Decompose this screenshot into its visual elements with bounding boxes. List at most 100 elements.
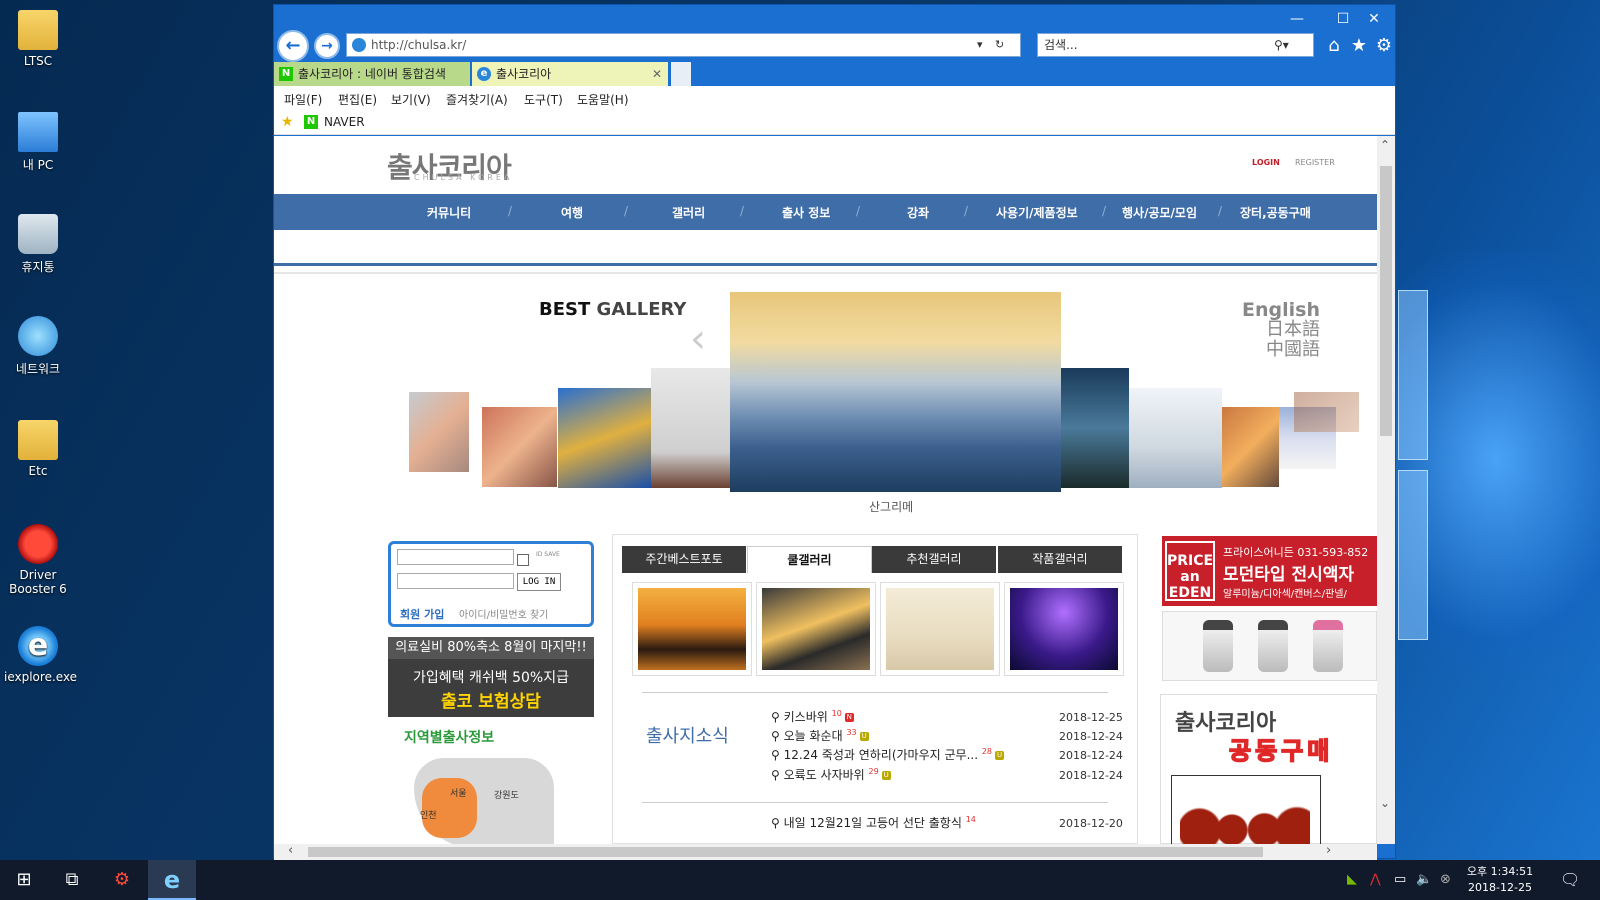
lang-english-link[interactable]: English [1210,300,1320,320]
news-item[interactable]: ⚲ 키스바위 10 N [771,708,854,725]
gallery-thumbnail[interactable] [1004,582,1124,676]
news-item[interactable]: ⚲ 오늘 화순대 33 U [771,727,869,744]
back-button[interactable]: ← [277,30,309,62]
desktop-icon-ltsc[interactable]: LTSC [4,10,72,68]
tab-cool-gallery[interactable]: 쿨갤러리 [747,546,872,573]
register-link[interactable]: REGISTER [1295,158,1335,167]
menu-edit[interactable]: 편집(E) [338,91,377,108]
home-icon[interactable]: ⌂ [1323,35,1345,56]
carousel-thumbnail[interactable] [1061,368,1129,488]
comment-count: 10 [831,709,842,718]
scrollbar-thumb[interactable] [308,847,1263,857]
nav-reviews[interactable]: 사용기/제품정보 [996,204,1078,221]
tab-recommended-gallery[interactable]: 추천갤러리 [872,546,997,573]
favorite-naver-link[interactable]: NAVER [324,115,365,129]
gallery-thumbnail[interactable] [880,582,1000,676]
gallery-thumbnail[interactable] [632,582,752,676]
carousel-thumbnail[interactable] [651,368,730,488]
search-icon[interactable]: ⚲▾ [1274,34,1289,56]
menu-file[interactable]: 파일(F) [284,91,322,108]
carousel-prev-arrow-icon[interactable]: ‹ [690,316,706,362]
scroll-right-icon[interactable]: › [1326,843,1331,858]
desktop-icon-driver-booster[interactable]: Driver Booster 6 [4,524,72,596]
network-tray-icon[interactable]: ▭ [1394,872,1406,887]
scroll-down-icon[interactable]: ⌄ [1380,796,1390,810]
scroll-left-icon[interactable]: ‹ [288,843,293,858]
task-view-icon[interactable]: ⧉ [48,860,96,900]
nvidia-tray-icon[interactable]: ◣ [1347,872,1357,887]
nav-gallery[interactable]: 갤러리 [672,204,705,221]
carousel-thumbnail[interactable] [482,407,557,487]
gallery-thumbnail[interactable] [756,582,876,676]
notification-center-icon[interactable]: 🗨 [1560,870,1580,889]
volume-tray-icon[interactable]: 🔈 [1416,872,1432,887]
internet-explorer-taskbar-icon[interactable]: e [148,860,196,900]
add-favorite-star-icon[interactable]: ★ [281,114,294,130]
desktop-icon-etc[interactable]: Etc [4,420,72,478]
nav-market[interactable]: 장터,공동구매 [1240,204,1311,221]
scrollbar-thumb[interactable] [1380,166,1392,436]
desktop-icon-recycle-bin[interactable]: 휴지통 [4,214,72,275]
favorites-star-icon[interactable]: ★ [1348,35,1370,56]
price-eden-ad[interactable]: PRICE an EDEN 프라이스어니든 031-593-852 모던타입 전… [1162,536,1377,606]
find-id-password-link[interactable]: 아이디/비밀번호 찾기 [459,606,548,621]
close-circle-tray-icon[interactable]: ⊗ [1440,872,1451,887]
news-item[interactable]: ⚲ 오륙도 사자바위 29 U [771,766,891,783]
nav-travel[interactable]: 여행 [561,204,583,221]
tab-chulsa[interactable]: e 출사코리아 ✕ [472,62,668,86]
search-box[interactable]: 검색... ⚲▾ [1037,33,1314,57]
tab-weekly-best[interactable]: 주간베스트포토 [622,546,747,573]
menu-favorites[interactable]: 즐겨찾기(A) [446,91,508,108]
vertical-scrollbar[interactable]: ⌃ ⌄ [1377,136,1395,844]
start-windows-icon[interactable]: ⊞ [0,860,48,900]
login-button[interactable]: LOG IN [517,573,561,591]
map-label-seoul[interactable]: 서울 [450,786,467,799]
nav-events[interactable]: 행사/공모/모임 [1122,204,1197,221]
desktop-icon-my-pc[interactable]: 내 PC [4,112,72,173]
join-link[interactable]: 회원 가입 [400,606,444,622]
refresh-icon[interactable]: ↻ [995,34,1004,56]
region-map[interactable]: 서울 인천 강원도 [414,758,554,844]
tab-naver-search[interactable]: N 출사코리아 : 네이버 통합검색 [274,62,470,86]
nav-community[interactable]: 커뮤니티 [427,204,471,221]
settings-gear-icon[interactable]: ⚙ [1373,35,1395,56]
system-clock[interactable]: 오후 1:34:51 2018-12-25 [1460,864,1540,896]
menu-view[interactable]: 보기(V) [391,91,431,108]
featured-gallery-image[interactable] [730,292,1061,492]
nav-shooting-info[interactable]: 출사 정보 [782,204,830,221]
carousel-thumbnail[interactable] [1129,388,1222,488]
map-label-gangwon[interactable]: 강원도 [494,788,519,801]
lang-japanese-link[interactable]: 日本語 [1210,320,1320,340]
password-input[interactable] [397,573,514,589]
driver-booster-taskbar-icon[interactable]: ⚙ [98,860,146,900]
lang-chinese-link[interactable]: 中國語 [1210,340,1320,360]
carousel-thumbnail[interactable] [1222,407,1279,487]
news-item[interactable]: ⚲ 12.24 죽성과 연하리(가마우지 군무... 28 U [771,746,1005,763]
tab-works-gallery[interactable]: 작품갤러리 [998,546,1123,573]
horizontal-scrollbar[interactable]: ‹ › [274,843,1377,860]
forward-button[interactable]: → [314,33,340,59]
menu-help[interactable]: 도움말(H) [577,91,629,108]
new-tab-button[interactable] [671,62,691,86]
address-bar[interactable]: http://chulsa.kr/ ▾ ↻ [346,33,1021,57]
scroll-up-icon[interactable]: ⌃ [1380,138,1390,152]
carousel-thumbnail[interactable] [1294,392,1359,432]
carousel-thumbnail[interactable] [409,392,469,472]
product-bottles-ad[interactable] [1162,611,1377,681]
news-item[interactable]: ⚲ 내일 12월21일 고등어 선단 출항식 14 [771,814,976,831]
insurance-banner[interactable]: 의료실비 80%축소 8월이 마지막!! 가입혜택 캐쉬백 50%지급 출코 보… [388,637,594,717]
menu-tools[interactable]: 도구(T) [524,91,563,108]
desktop-icon-iexplore[interactable]: e iexplore.exe [4,626,77,684]
login-link[interactable]: LOGIN [1252,158,1280,167]
nav-lecture[interactable]: 강좌 [907,204,929,221]
carousel-thumbnail[interactable] [558,388,651,488]
tab-close-icon[interactable]: ✕ [652,62,662,86]
address-dropdown-icon[interactable]: ▾ [977,34,983,56]
photo [638,588,746,670]
amd-tray-icon[interactable]: ⋀ [1370,872,1381,887]
group-buy-ad[interactable]: 출사코리아 공동구매 [1160,694,1377,844]
desktop-icon-network[interactable]: 네트워크 [4,316,72,377]
map-label-incheon[interactable]: 인천 [420,808,437,821]
id-save-checkbox[interactable] [517,554,529,566]
user-id-input[interactable] [397,549,514,565]
